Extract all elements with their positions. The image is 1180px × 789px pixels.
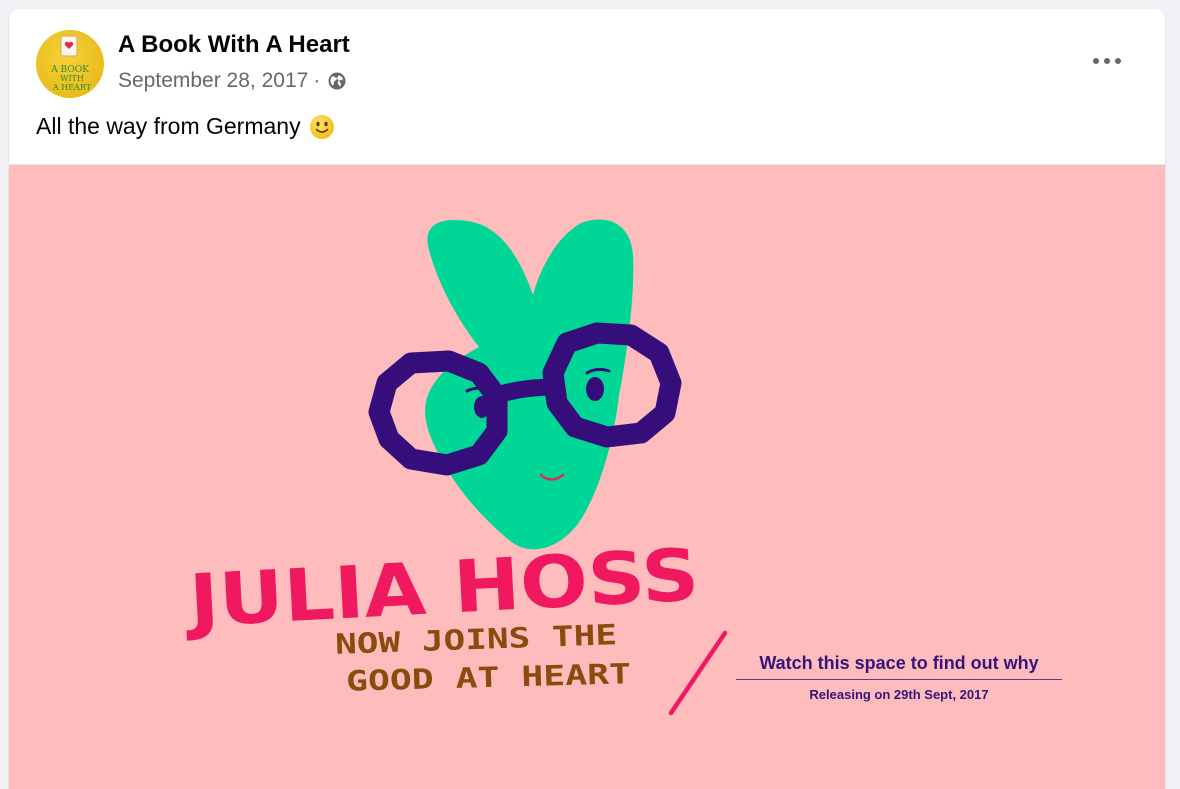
watch-this-space-text: Watch this space to find out why — [736, 653, 1062, 680]
post-message: All the way from Germany — [36, 113, 335, 140]
more-options-icon — [1093, 58, 1121, 64]
release-date-text: Releasing on 29th Sept, 2017 — [809, 687, 989, 702]
globe-icon[interactable] — [327, 71, 347, 91]
post-text: All the way from Germany — [36, 113, 301, 139]
logo-line-3: A HEART — [52, 83, 92, 92]
book-heart-logo: A BOOK WITH A HEART — [50, 35, 92, 92]
post-meta: September 28, 2017 · — [118, 69, 347, 93]
post-date-link[interactable]: September 28, 2017 — [118, 69, 308, 93]
more-options-button[interactable] — [1091, 49, 1123, 73]
meta-separator: · — [313, 69, 321, 92]
logo-line-2: WITH — [60, 74, 84, 83]
subline-2-text: GOOD AT HEART — [346, 657, 632, 697]
pink-slash-shape — [668, 630, 728, 716]
page-avatar[interactable]: A BOOK WITH A HEART — [36, 30, 104, 98]
post-image[interactable]: JULIA HOSS NOW JOINS THE GOOD AT HEART W… — [9, 164, 1165, 789]
post-header: A BOOK WITH A HEART A Book With A Heart … — [9, 9, 1165, 164]
smiley-emoji-icon — [309, 114, 335, 140]
post-card: A BOOK WITH A HEART A Book With A Heart … — [9, 9, 1165, 789]
page-name-link[interactable]: A Book With A Heart — [118, 31, 350, 59]
